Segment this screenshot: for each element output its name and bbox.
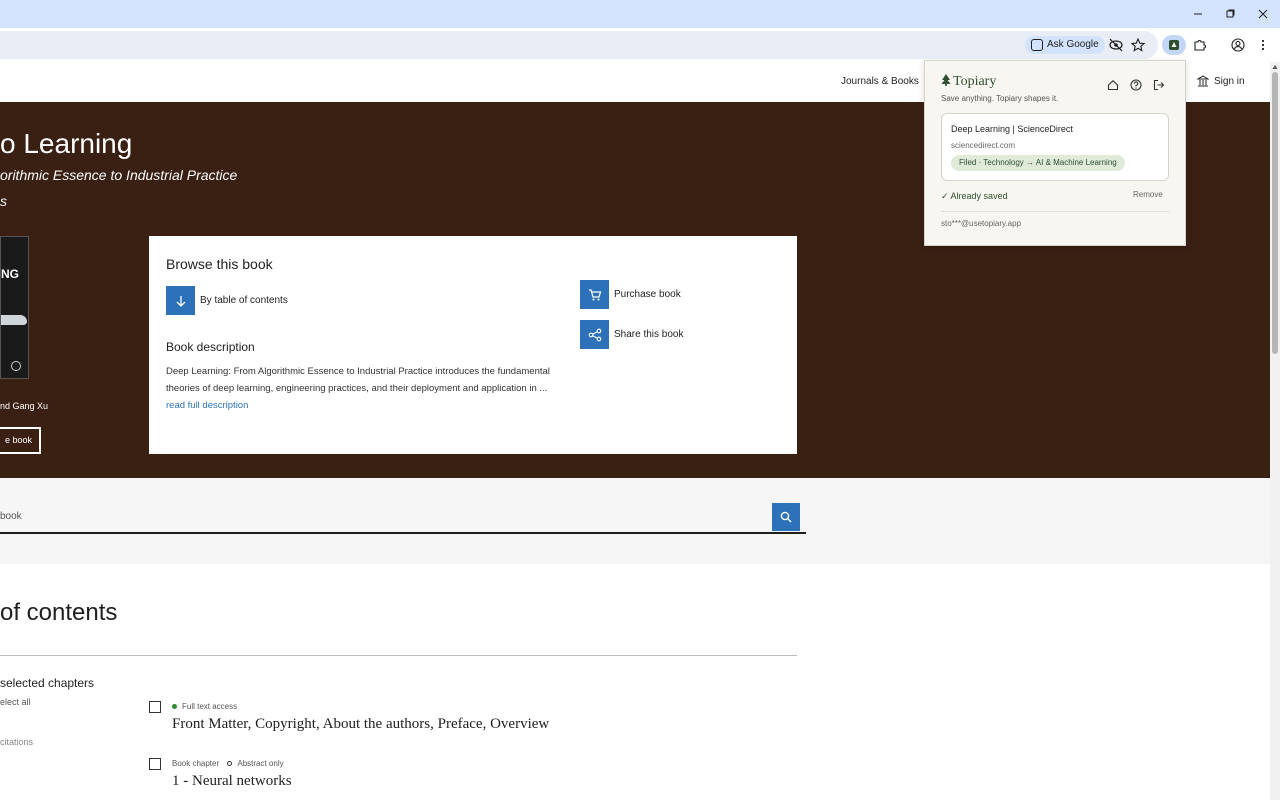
maximize-icon <box>1226 9 1235 18</box>
popup-home-button[interactable] <box>1106 78 1120 92</box>
account-email: sto***@usetopiary.app <box>941 219 1022 228</box>
selected-chapters-heading: selected chapters <box>0 676 95 690</box>
ask-google-chip[interactable]: Ask Google <box>1025 36 1105 54</box>
search-underline <box>0 532 806 534</box>
description-heading: Book description <box>166 340 255 354</box>
chapter-meta: Full text access <box>172 702 237 711</box>
publisher-seal-icon <box>11 361 21 371</box>
profile-button[interactable] <box>1229 36 1247 54</box>
browser-titlebar <box>0 0 1280 28</box>
search-band <box>0 478 1270 564</box>
sign-in-link[interactable]: Sign in <box>1197 75 1245 87</box>
book-subtitle-continuation: s <box>0 193 7 209</box>
chapter-checkbox[interactable] <box>149 758 161 770</box>
tracking-protection-button[interactable] <box>1107 36 1125 54</box>
chapter-meta: Book chapter Abstract only <box>172 759 284 768</box>
select-all-link[interactable]: elect all <box>0 697 31 707</box>
full-access-dot-icon <box>172 704 177 710</box>
bookmark-star-button[interactable] <box>1129 36 1147 54</box>
eye-off-icon <box>1109 38 1123 52</box>
address-bar[interactable] <box>0 31 1158 59</box>
abstract-only-dot-icon <box>227 761 233 767</box>
purchase-book-label[interactable]: Purchase book <box>614 289 681 300</box>
export-citations-link[interactable]: citations <box>0 737 33 747</box>
topiary-brand: Topiary <box>941 74 996 90</box>
extensions-button[interactable] <box>1191 36 1209 54</box>
extensions-puzzle-icon <box>1194 40 1206 51</box>
topiary-tagline: Save anything. Topiary shapes it. <box>941 94 1059 103</box>
home-icon <box>1107 80 1119 91</box>
remove-button[interactable]: Remove <box>1133 190 1163 199</box>
book-cover: NG <box>0 236 29 379</box>
topiary-extension-icon <box>1169 40 1179 50</box>
purchase-book-button[interactable] <box>580 280 609 309</box>
share-book-label[interactable]: Share this book <box>614 329 684 340</box>
book-action-button[interactable]: e book <box>0 427 41 454</box>
lens-icon <box>1031 39 1043 51</box>
journals-books-link[interactable]: Journals & Books <box>841 76 919 87</box>
toc-divider <box>0 655 797 656</box>
book-title: o Learning <box>0 128 133 159</box>
share-icon <box>588 328 601 341</box>
tree-icon <box>941 74 951 86</box>
logout-icon <box>1153 79 1165 91</box>
book-authors: nd Gang Xu <box>0 401 49 411</box>
toc-jump-button[interactable] <box>166 286 195 315</box>
saved-page-domain: sciencedirect.com <box>951 141 1016 150</box>
chapter-checkbox[interactable] <box>149 701 161 713</box>
toc-jump-label[interactable]: By table of contents <box>200 295 288 306</box>
institution-icon <box>1197 75 1209 87</box>
popup-logout-button[interactable] <box>1152 78 1166 92</box>
chapter-title-link[interactable]: 1 - Neural networks <box>172 773 292 790</box>
maximize-button[interactable] <box>1214 0 1246 28</box>
minimize-icon <box>1194 13 1202 15</box>
saved-page-title: Deep Learning | ScienceDirect <box>951 124 1073 134</box>
toc-title: of contents <box>0 599 118 626</box>
already-saved-status: ✓ Already saved <box>941 191 1008 201</box>
popup-help-button[interactable] <box>1129 78 1143 92</box>
arrow-down-icon <box>176 295 185 307</box>
more-vert-icon <box>1261 39 1265 51</box>
topiary-popup: Topiary Save anything. Topiary shapes it… <box>924 60 1186 246</box>
browser-menu-button[interactable] <box>1254 36 1272 54</box>
close-icon <box>1258 9 1268 19</box>
cart-icon <box>588 288 601 300</box>
close-button[interactable] <box>1247 0 1279 28</box>
star-icon <box>1131 38 1145 52</box>
minimize-button[interactable] <box>1182 0 1214 28</box>
share-book-button[interactable] <box>580 320 609 349</box>
search-in-book-input[interactable]: book <box>0 511 22 522</box>
category-pill: Filed · Technology → AI & Machine Learni… <box>951 155 1125 171</box>
help-icon <box>1130 79 1142 91</box>
chapter-title-link[interactable]: Front Matter, Copyright, About the autho… <box>172 716 549 733</box>
browse-heading: Browse this book <box>166 256 273 272</box>
scroll-up-icon[interactable] <box>1272 64 1278 70</box>
read-full-description-link[interactable]: read full description <box>166 400 248 411</box>
browse-panel: Browse this book By table of contents Pu… <box>149 236 797 454</box>
saved-page-card: Deep Learning | ScienceDirect sciencedir… <box>941 113 1169 181</box>
book-subtitle: orithmic Essence to Industrial Practice <box>0 167 238 183</box>
topiary-extension-button[interactable] <box>1162 35 1186 55</box>
search-icon <box>780 511 792 523</box>
search-button[interactable] <box>772 503 800 531</box>
scrollbar-thumb[interactable] <box>1272 72 1278 354</box>
popup-divider <box>941 211 1169 212</box>
profile-icon <box>1231 38 1245 52</box>
cover-artwork <box>1 315 27 325</box>
book-description: Deep Learning: From Algorithmic Essence … <box>166 366 550 411</box>
